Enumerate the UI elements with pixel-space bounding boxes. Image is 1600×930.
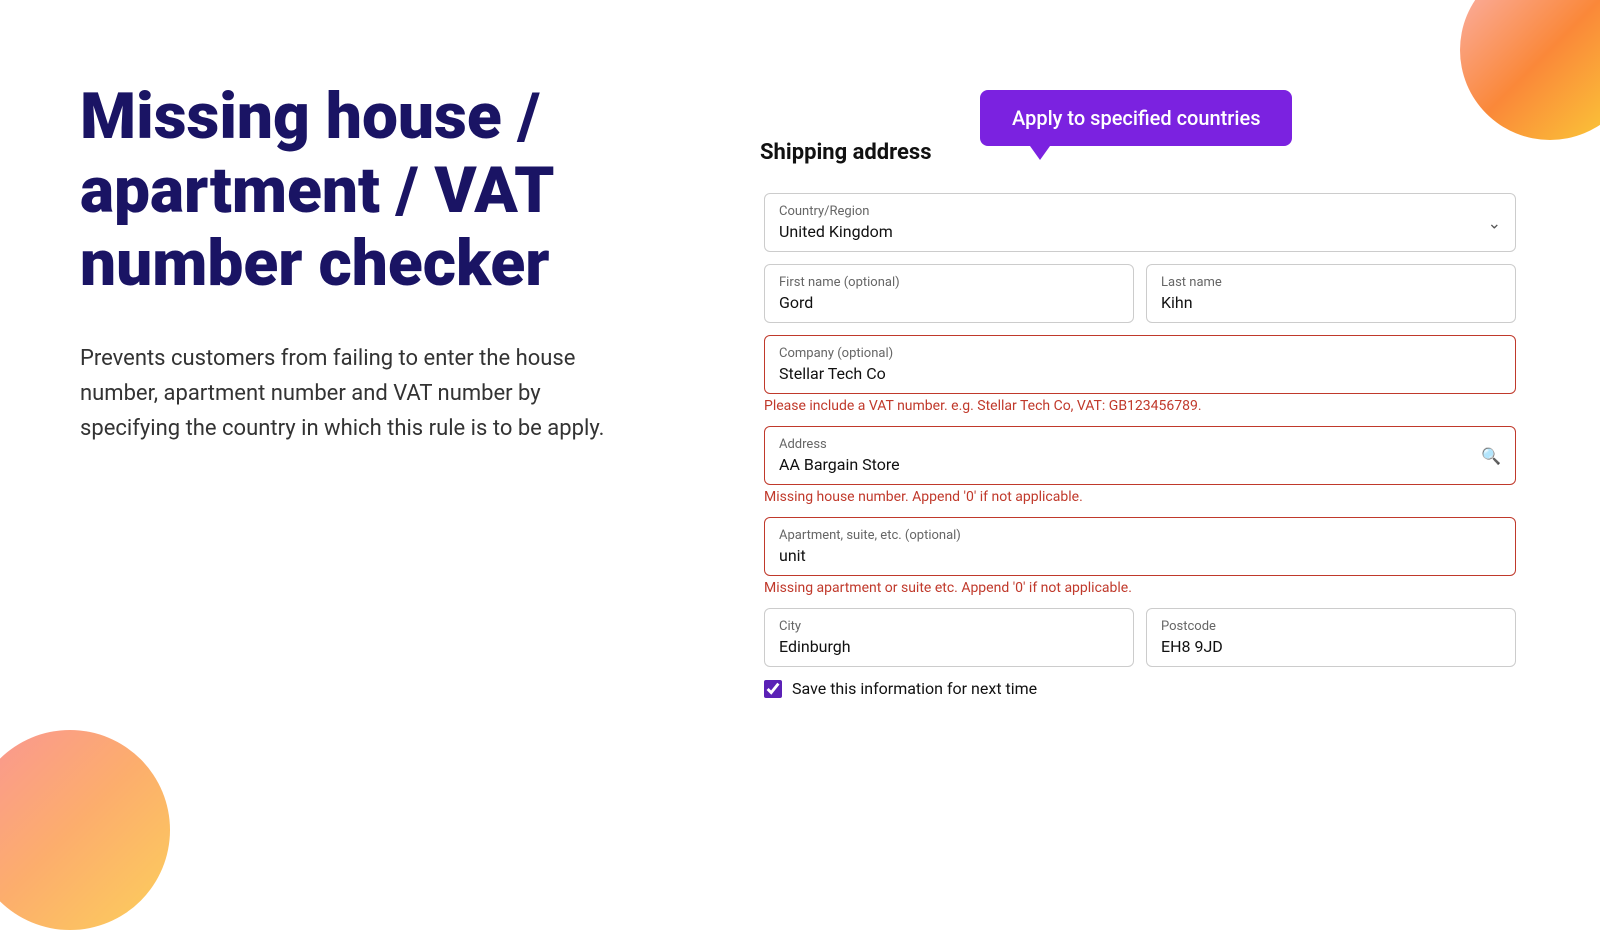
apartment-label: Apartment, suite, etc. (optional) <box>779 528 1501 543</box>
apply-countries-tooltip[interactable]: Apply to specified countries <box>980 90 1292 146</box>
name-row: First name (optional) Gord Last name Kih… <box>764 264 1516 323</box>
company-hint: Please include a VAT number. e.g. Stella… <box>764 398 1516 414</box>
city-field[interactable]: City Edinburgh <box>764 608 1134 667</box>
last-name-value: Kihn <box>1161 293 1193 312</box>
postcode-label: Postcode <box>1161 619 1501 634</box>
save-info-label: Save this information for next time <box>792 679 1037 698</box>
address-field[interactable]: Address AA Bargain Store 🔍 <box>764 426 1516 485</box>
first-name-value: Gord <box>779 293 813 312</box>
right-panel: Apply to specified countries Shipping ad… <box>700 0 1600 900</box>
address-value: AA Bargain Store <box>779 455 900 474</box>
shipping-form: Country/Region United Kingdom ⌄ First na… <box>760 193 1520 698</box>
save-info-row[interactable]: Save this information for next time <box>764 679 1516 698</box>
save-info-checkbox[interactable] <box>764 680 782 698</box>
apartment-field[interactable]: Apartment, suite, etc. (optional) unit <box>764 517 1516 576</box>
first-name-label: First name (optional) <box>779 275 1119 290</box>
apartment-error: Missing apartment or suite etc. Append '… <box>764 580 1516 596</box>
chevron-down-icon: ⌄ <box>1488 213 1501 232</box>
city-label: City <box>779 619 1119 634</box>
country-value: United Kingdom <box>779 222 893 241</box>
last-name-label: Last name <box>1161 275 1501 290</box>
city-postcode-row: City Edinburgh Postcode EH8 9JD <box>764 608 1516 667</box>
address-label: Address <box>779 437 1501 452</box>
tooltip-label: Apply to specified countries <box>1012 106 1260 130</box>
apartment-value: unit <box>779 546 806 565</box>
postcode-value: EH8 9JD <box>1161 637 1223 656</box>
postcode-field[interactable]: Postcode EH8 9JD <box>1146 608 1516 667</box>
last-name-field[interactable]: Last name Kihn <box>1146 264 1516 323</box>
page-title: Missing house / apartment / VAT number c… <box>80 80 640 301</box>
country-field[interactable]: Country/Region United Kingdom ⌄ <box>764 193 1516 252</box>
company-field[interactable]: Company (optional) Stellar Tech Co <box>764 335 1516 394</box>
company-value: Stellar Tech Co <box>779 364 886 383</box>
page-description: Prevents customers from failing to enter… <box>80 341 640 447</box>
country-label: Country/Region <box>779 204 1501 219</box>
address-error: Missing house number. Append '0' if not … <box>764 489 1516 505</box>
city-value: Edinburgh <box>779 637 851 656</box>
company-label: Company (optional) <box>779 346 1501 361</box>
first-name-field[interactable]: First name (optional) Gord <box>764 264 1134 323</box>
search-icon: 🔍 <box>1481 446 1501 465</box>
